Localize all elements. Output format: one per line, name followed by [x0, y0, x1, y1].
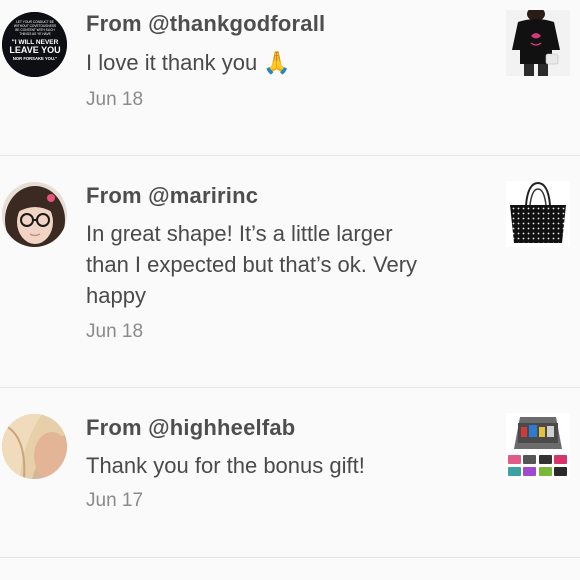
- avatar-text: THINGS AS YE HAVE: [19, 32, 50, 36]
- review-date: Jun 18: [86, 89, 144, 110]
- product-thumbnail[interactable]: [506, 413, 570, 479]
- review-item: LET YOUR CONDUCT BE WITHOUT COVETOUSNESS…: [0, 0, 580, 156]
- avatar-text: LEAVE YOU: [9, 45, 60, 55]
- avatar[interactable]: LET YOUR CONDUCT BE WITHOUT COVETOUSNESS…: [2, 12, 67, 77]
- reviewer-username[interactable]: From @highheelfab: [86, 415, 295, 441]
- review-message-line: happy: [86, 283, 146, 308]
- review-message-line: than I expected but that’s ok. Very: [86, 252, 418, 277]
- praying-hands-emoji: 🙏: [263, 50, 291, 75]
- review-date: Jun 18: [86, 321, 144, 342]
- review-message: I love it thank you 🙏: [86, 47, 496, 78]
- reviewer-username[interactable]: From @thankgodforall: [86, 11, 325, 37]
- avatar[interactable]: [2, 414, 67, 479]
- review-message: Thank you for the bonus gift!: [86, 453, 365, 478]
- avatar-text: NOR FORSAKE YOU.": [13, 56, 57, 61]
- review-message: In great shape! It’s a little larger tha…: [86, 218, 496, 311]
- polka-dot-bag-image: [506, 181, 570, 247]
- review-item: From @maririnc In great shape! It’s a li…: [0, 156, 580, 388]
- bag-organizer-image: [506, 413, 570, 479]
- divider: [0, 557, 580, 558]
- tshirt-product-image: [506, 10, 570, 76]
- review-date: Jun 17: [86, 490, 144, 511]
- avatar-image: [2, 182, 67, 247]
- review-message-line: In great shape! It’s a little larger: [86, 221, 393, 246]
- reviewer-username[interactable]: From @maririnc: [86, 183, 258, 209]
- avatar-image: [2, 414, 67, 479]
- avatar-image: LET YOUR CONDUCT BE WITHOUT COVETOUSNESS…: [2, 12, 67, 77]
- avatar[interactable]: [2, 182, 67, 247]
- review-item: From @highheelfab Thank you for the bonu…: [0, 388, 580, 558]
- review-message-text: I love it thank you: [86, 50, 258, 75]
- product-thumbnail[interactable]: [506, 181, 570, 247]
- product-thumbnail[interactable]: [506, 10, 570, 76]
